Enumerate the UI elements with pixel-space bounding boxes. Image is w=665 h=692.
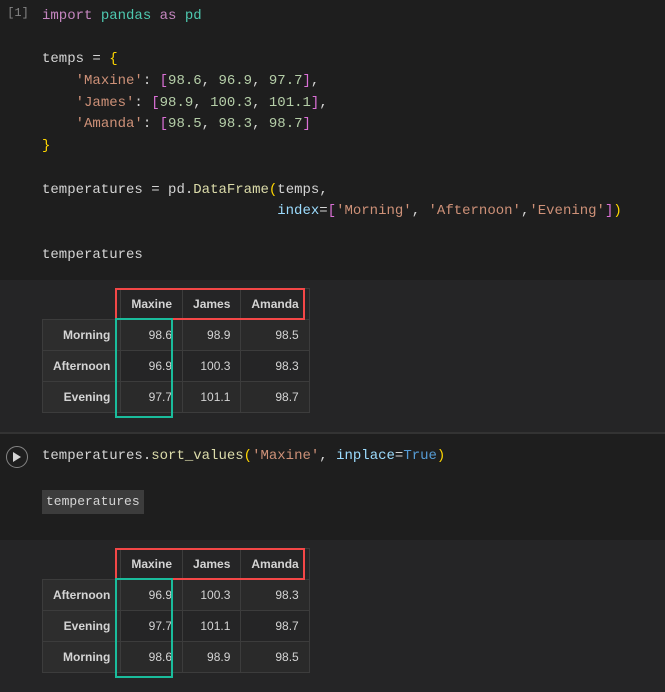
notebook: [1] import pandas as pd temps = { 'Maxin… <box>0 0 665 692</box>
table-row: Afternoon96.9100.398.3 <box>43 579 310 610</box>
code-editor[interactable]: temperatures.sort_values('Maxine', inpla… <box>36 434 665 540</box>
column-header: Amanda <box>241 289 309 320</box>
code-cell-1[interactable]: [1] import pandas as pd temps = { 'Maxin… <box>0 0 665 280</box>
output-cell-1: Maxine James Amanda Morning98.698.998.5 … <box>0 280 665 432</box>
table-row: Morning98.698.998.5 <box>43 320 310 351</box>
run-cell-button[interactable] <box>6 446 28 468</box>
dataframe-table: Maxine James Amanda Morning98.698.998.5 … <box>42 288 310 413</box>
column-header: James <box>183 289 241 320</box>
table-row: Evening97.7101.198.7 <box>43 382 310 413</box>
play-icon <box>12 452 22 462</box>
column-header: James <box>183 548 241 579</box>
output-cell-2: Maxine James Amanda Afternoon96.9100.398… <box>0 540 665 692</box>
column-header: Amanda <box>241 548 309 579</box>
code-editor[interactable]: import pandas as pd temps = { 'Maxine': … <box>36 0 665 280</box>
dataframe-output-2: Maxine James Amanda Afternoon96.9100.398… <box>36 540 665 692</box>
table-row: Evening97.7101.198.7 <box>43 610 310 641</box>
column-header: Maxine <box>121 289 183 320</box>
column-header: Maxine <box>121 548 183 579</box>
table-row: Afternoon96.9100.398.3 <box>43 351 310 382</box>
dataframe-output-1: Maxine James Amanda Morning98.698.998.5 … <box>36 280 665 432</box>
expression-result: temperatures <box>42 490 144 514</box>
dataframe-table: Maxine James Amanda Afternoon96.9100.398… <box>42 548 310 673</box>
table-row: Morning98.698.998.5 <box>43 641 310 672</box>
code-cell-2[interactable]: temperatures.sort_values('Maxine', inpla… <box>0 434 665 540</box>
cell-execution-count: [1] <box>0 0 36 280</box>
